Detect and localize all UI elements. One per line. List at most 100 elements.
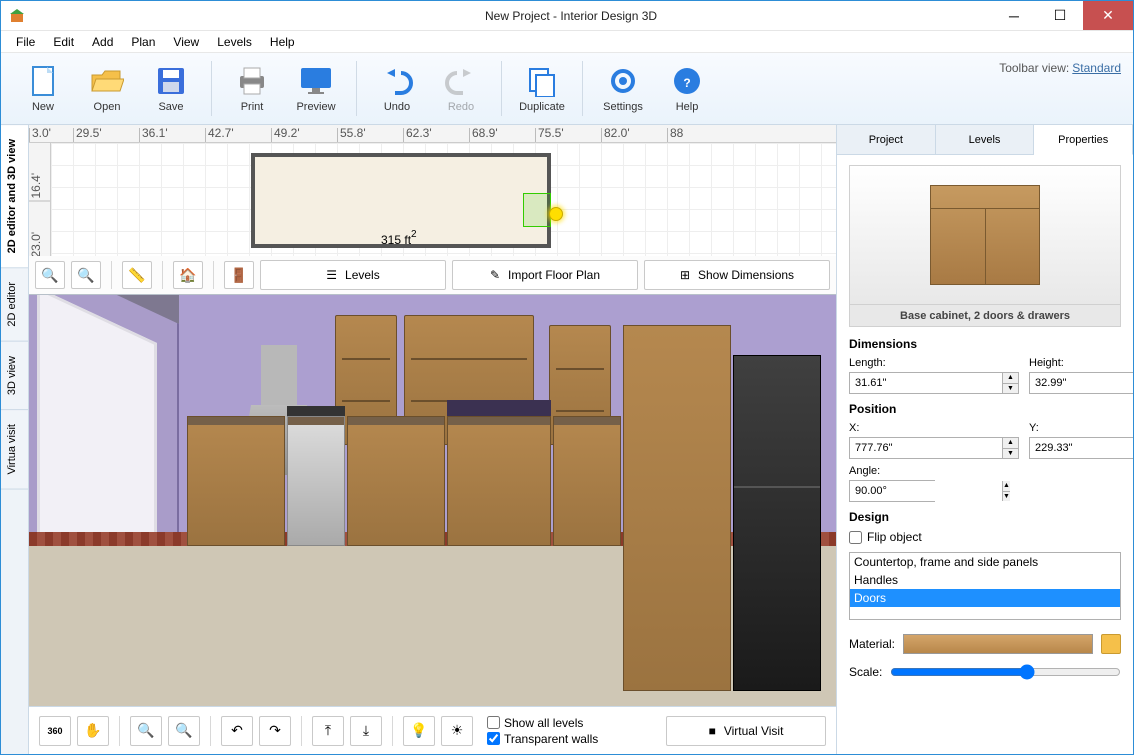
scale-slider[interactable]	[890, 664, 1121, 680]
y-input[interactable]: ▲▼	[1029, 437, 1133, 459]
new-button[interactable]: New	[11, 57, 75, 120]
titlebar: New Project - Interior Design 3D ─ ☐ ✕	[1, 1, 1133, 31]
home-icon[interactable]: 🏠	[173, 261, 203, 289]
menu-add[interactable]: Add	[83, 32, 122, 52]
sidetab-virtual-visit[interactable]: Virtua visit	[1, 410, 28, 490]
sun-icon[interactable]: ☀	[441, 716, 473, 746]
help-button[interactable]: ?Help	[655, 57, 719, 120]
menu-view[interactable]: View	[164, 32, 208, 52]
toolbar-view-link[interactable]: Standard	[1072, 61, 1121, 75]
toolbar: New Open Save Print Preview Undo Redo Du…	[1, 53, 1133, 125]
stove	[287, 416, 345, 546]
material-browse-icon[interactable]	[1101, 634, 1121, 654]
menu-plan[interactable]: Plan	[122, 32, 164, 52]
show-all-levels-checkbox[interactable]: Show all levels	[487, 716, 598, 730]
canvas-2d[interactable]: 315 ft2	[51, 143, 836, 260]
x-input[interactable]: ▲▼	[849, 437, 1019, 459]
length-input[interactable]: ▲▼	[849, 372, 1019, 394]
duplicate-button[interactable]: Duplicate	[510, 57, 574, 120]
ruler-horizontal: 3.0'29.5'36.1'42.7'49.2'55.8'62.3'68.9'7…	[29, 125, 836, 143]
height-input[interactable]: ▲▼	[1029, 372, 1133, 394]
position-heading: Position	[849, 402, 1121, 416]
angle-input[interactable]: ▲▼	[849, 480, 935, 502]
selection-box[interactable]	[523, 193, 551, 227]
menu-file[interactable]: File	[7, 32, 44, 52]
zoom-out-3d-icon[interactable]: 🔍	[130, 716, 162, 746]
tab-project[interactable]: Project	[837, 125, 936, 154]
import-floorplan-button[interactable]: ✎Import Floor Plan	[452, 260, 638, 290]
pencil-icon: ✎	[490, 268, 500, 282]
floorplan-2d[interactable]: 3.0'29.5'36.1'42.7'49.2'55.8'62.3'68.9'7…	[29, 125, 836, 295]
close-button[interactable]: ✕	[1083, 1, 1133, 30]
undo-button[interactable]: Undo	[365, 57, 429, 120]
measure-icon[interactable]: 📏	[122, 261, 152, 289]
open-button[interactable]: Open	[75, 57, 139, 120]
tall-cabinet	[623, 325, 731, 691]
sink-cabinet	[447, 416, 551, 546]
rotate-left-icon[interactable]: ↶	[221, 716, 253, 746]
light-icon[interactable]: 💡	[403, 716, 435, 746]
menu-edit[interactable]: Edit	[44, 32, 83, 52]
app-window: New Project - Interior Design 3D ─ ☐ ✕ F…	[0, 0, 1134, 755]
pan-icon[interactable]: ✋	[77, 716, 109, 746]
ruler-vertical: 16.4'23.0'	[29, 143, 51, 260]
tab-levels[interactable]: Levels	[936, 125, 1035, 154]
zoom-in-3d-icon[interactable]: 🔍	[168, 716, 200, 746]
window-title: New Project - Interior Design 3D	[485, 9, 657, 23]
settings-button[interactable]: Settings	[591, 57, 655, 120]
show-dimensions-button[interactable]: ⊞Show Dimensions	[644, 260, 830, 290]
side-tabs: Virtua visit 3D view 2D editor 2D editor…	[1, 125, 29, 754]
undo-icon	[380, 64, 414, 98]
save-button[interactable]: Save	[139, 57, 203, 120]
app-icon	[9, 8, 25, 24]
minimize-button[interactable]: ─	[991, 1, 1037, 30]
redo-button[interactable]: Redo	[429, 57, 493, 120]
transparent-walls-checkbox[interactable]: Transparent walls	[487, 732, 598, 746]
tab-properties[interactable]: Properties	[1034, 125, 1133, 155]
sidetab-3d-view[interactable]: 3D view	[1, 342, 28, 410]
flip-object-checkbox[interactable]: Flip object	[849, 530, 1121, 544]
dimensions-icon: ⊞	[680, 268, 690, 282]
door-icon[interactable]: 🚪	[224, 261, 254, 289]
redo-icon	[444, 64, 478, 98]
floppy-icon	[154, 64, 188, 98]
zoom-out-icon[interactable]: 🔍	[35, 261, 65, 289]
monitor-icon	[299, 64, 333, 98]
virtual-visit-button[interactable]: ■Virtual Visit	[666, 716, 826, 746]
levels-button[interactable]: ☰Levels	[260, 260, 446, 290]
material-swatch[interactable]	[903, 634, 1093, 654]
base-cabinet	[187, 416, 285, 546]
list-item[interactable]: Doors	[850, 589, 1120, 607]
view360-icon[interactable]: 360	[39, 716, 71, 746]
svg-text:?: ?	[683, 76, 690, 90]
object-name: Base cabinet, 2 doors & drawers	[849, 305, 1121, 327]
menu-help[interactable]: Help	[261, 32, 304, 52]
base-cabinet	[347, 416, 445, 546]
printer-icon	[235, 64, 269, 98]
toolbar-view-switch: Toolbar view: Standard	[999, 61, 1121, 75]
tilt-down-icon[interactable]: ⤓	[350, 716, 382, 746]
menubar: File Edit Add Plan View Levels Help	[1, 31, 1133, 53]
duplicate-icon	[525, 64, 559, 98]
tilt-up-icon[interactable]: ⤒	[312, 716, 344, 746]
print-button[interactable]: Print	[220, 57, 284, 120]
file-icon	[26, 64, 60, 98]
sidetab-2d-editor[interactable]: 2D editor	[1, 268, 28, 342]
viewport-3d[interactable]	[29, 295, 836, 706]
gear-icon	[606, 64, 640, 98]
sidetab-combo-view[interactable]: 2D editor and 3D view	[1, 125, 28, 268]
preview-button[interactable]: Preview	[284, 57, 348, 120]
list-item[interactable]: Countertop, frame and side panels	[850, 553, 1120, 571]
rotate-right-icon[interactable]: ↷	[259, 716, 291, 746]
design-parts-list[interactable]: Countertop, frame and side panels Handle…	[849, 552, 1121, 620]
list-item[interactable]: Handles	[850, 571, 1120, 589]
selection-handle[interactable]	[549, 207, 563, 221]
menu-levels[interactable]: Levels	[208, 32, 261, 52]
dimensions-heading: Dimensions	[849, 337, 1121, 351]
zoom-in-icon[interactable]: 🔍	[71, 261, 101, 289]
design-heading: Design	[849, 510, 1121, 524]
camera-icon: ■	[709, 724, 716, 738]
area-label: 315 ft2	[381, 228, 417, 249]
maximize-button[interactable]: ☐	[1037, 1, 1083, 30]
help-icon: ?	[670, 64, 704, 98]
